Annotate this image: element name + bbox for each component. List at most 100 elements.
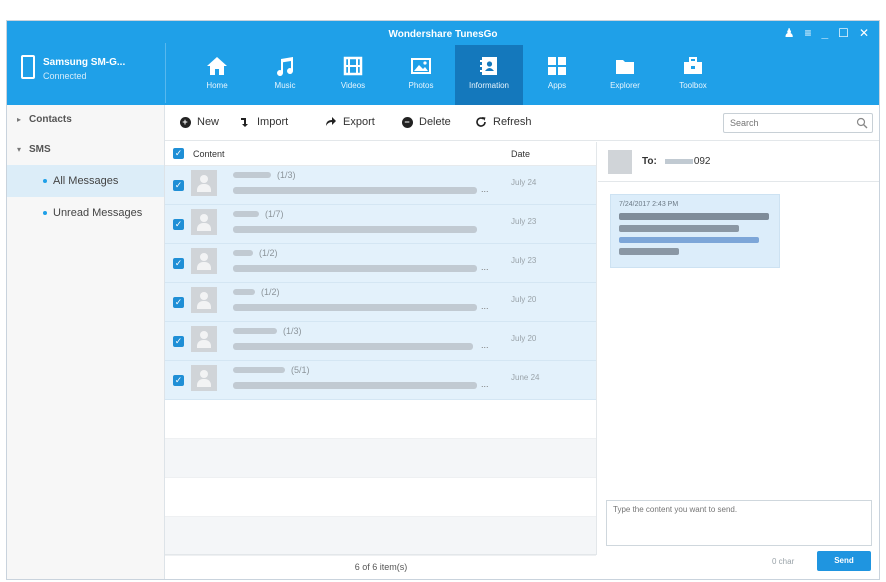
message-row[interactable]: ✓ (1/3) ... July 20	[165, 322, 596, 361]
row-checkbox[interactable]: ✓	[173, 297, 184, 308]
message-count: (1/3)	[277, 170, 296, 180]
sidebar-item-unread-messages[interactable]: Unread Messages	[7, 197, 164, 229]
export-label: Export	[343, 116, 375, 128]
main-nav: Home Music Videos Photos Information App…	[183, 45, 727, 105]
nav-label: Explorer	[610, 81, 640, 90]
message-input[interactable]	[607, 501, 871, 545]
column-header-date[interactable]: Date	[511, 149, 530, 159]
blurred-preview	[233, 382, 477, 389]
nav-label: Music	[274, 81, 296, 90]
send-button[interactable]: Send	[817, 551, 871, 571]
export-button[interactable]: Export	[325, 116, 375, 128]
account-icon[interactable]: ♟	[784, 26, 795, 40]
avatar	[191, 365, 217, 391]
menu-icon[interactable]: ≡	[804, 26, 811, 40]
message-count: (1/2)	[261, 287, 280, 297]
row-checkbox[interactable]: ✓	[173, 258, 184, 269]
avatar	[191, 287, 217, 313]
sidebar-group-contacts[interactable]: ▸ Contacts	[7, 105, 164, 135]
nav-music[interactable]: Music	[251, 45, 319, 105]
nav-label: Information	[468, 81, 510, 90]
nav-videos[interactable]: Videos	[319, 45, 387, 105]
message-date: July 23	[511, 217, 537, 226]
blurred-text	[619, 225, 739, 232]
nav-home[interactable]: Home	[183, 45, 251, 105]
message-row[interactable]: ✓ (1/7) July 23	[165, 205, 596, 244]
message-row[interactable]: ✓ (1/2) ... July 23	[165, 244, 596, 283]
message-date: June 24	[511, 373, 540, 382]
new-label: New	[197, 116, 220, 128]
sidebar-group-label: Contacts	[29, 114, 72, 125]
message-row[interactable]: ✓ (5/1) ... June 24	[165, 361, 596, 400]
nav-photos[interactable]: Photos	[387, 45, 455, 105]
blurred-number	[233, 289, 255, 295]
sidebar-item-all-messages[interactable]: All Messages	[7, 165, 164, 197]
device-selector[interactable]: Samsung SM-G... Connected	[21, 51, 161, 91]
message-date: July 20	[511, 295, 537, 304]
divider	[165, 43, 166, 103]
empty-row	[165, 478, 596, 517]
search-icon[interactable]	[856, 117, 868, 129]
blurred-number	[233, 211, 259, 217]
nav-explorer[interactable]: Explorer	[591, 45, 659, 105]
avatar	[191, 209, 217, 235]
import-arrow-icon	[239, 116, 251, 128]
minus-circle-icon: −	[401, 116, 413, 128]
to-label: To:	[642, 156, 657, 167]
char-count: 0 char	[772, 557, 795, 566]
nav-toolbox[interactable]: Toolbox	[659, 45, 727, 105]
ellipsis: ...	[481, 184, 489, 194]
close-button[interactable]: ✕	[859, 26, 869, 40]
ellipsis: ...	[481, 262, 489, 272]
row-checkbox[interactable]: ✓	[173, 219, 184, 230]
message-date: July 23	[511, 256, 537, 265]
row-checkbox[interactable]: ✓	[173, 180, 184, 191]
maximize-button[interactable]: ☐	[838, 26, 849, 40]
message-list: ✓ Content Date ✓ (1/3) ... July 24 ✓ (1/…	[165, 142, 597, 556]
empty-row	[165, 439, 596, 478]
message-row[interactable]: ✓ (1/2) ... July 20	[165, 283, 596, 322]
sidebar-item-label: Unread Messages	[53, 207, 143, 219]
conversation-panel: To: 092 7/24/2017 2:43 PM 0 char Send	[598, 142, 879, 579]
import-button[interactable]: Import	[239, 116, 288, 128]
import-label: Import	[257, 116, 289, 128]
refresh-label: Refresh	[493, 116, 532, 128]
delete-button[interactable]: − Delete	[401, 116, 451, 128]
plus-circle-icon: +	[179, 116, 191, 128]
nav-information[interactable]: Information	[455, 45, 523, 105]
blurred-number	[233, 328, 277, 334]
column-header-content[interactable]: Content	[193, 149, 225, 159]
home-icon	[207, 57, 227, 75]
list-header: ✓ Content Date	[165, 142, 596, 166]
nav-apps[interactable]: Apps	[523, 45, 591, 105]
ellipsis: ...	[481, 340, 489, 350]
message-count: (1/7)	[265, 209, 284, 219]
message-row[interactable]: ✓ (1/3) ... July 24	[165, 166, 596, 205]
bullet-icon	[43, 179, 47, 184]
refresh-icon	[475, 116, 487, 128]
sidebar-group-sms[interactable]: ▾ SMS	[7, 135, 164, 165]
message-date: July 20	[511, 334, 537, 343]
header-bar: Wondershare TunesGo ♟ ≡ _ ☐ ✕ Samsung SM…	[7, 21, 879, 105]
row-checkbox[interactable]: ✓	[173, 375, 184, 386]
toolbox-icon	[684, 57, 702, 74]
new-button[interactable]: + New	[179, 116, 219, 128]
search-input[interactable]	[724, 114, 850, 132]
nav-label: Apps	[547, 81, 567, 90]
music-icon	[277, 57, 294, 77]
delete-label: Delete	[419, 116, 451, 128]
video-icon	[343, 56, 363, 76]
row-checkbox[interactable]: ✓	[173, 336, 184, 347]
message-count: (5/1)	[291, 365, 310, 375]
sidebar-group-label: SMS	[29, 144, 51, 155]
window-title: Wondershare TunesGo	[388, 29, 498, 40]
blurred-preview	[233, 304, 477, 311]
blurred-link	[619, 237, 759, 243]
select-all-checkbox[interactable]: ✓	[173, 148, 184, 159]
refresh-button[interactable]: Refresh	[475, 116, 532, 128]
minimize-button[interactable]: _	[821, 26, 828, 40]
conversation-header: To: 092	[598, 142, 879, 182]
photo-icon	[411, 58, 431, 74]
search-box	[723, 113, 873, 133]
device-name: Samsung SM-G...	[43, 57, 126, 68]
